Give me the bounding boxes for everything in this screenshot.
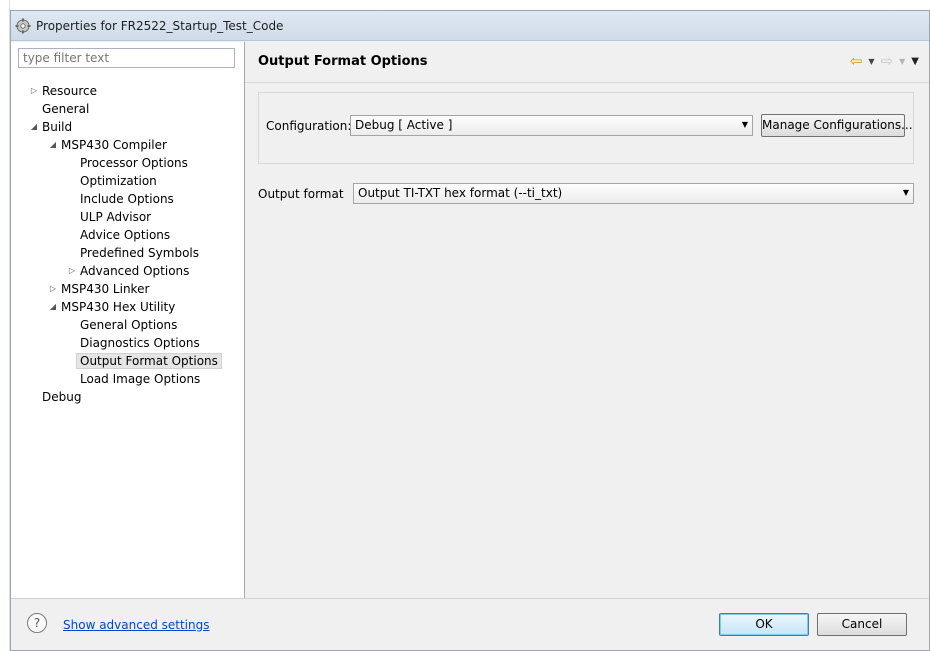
forward-arrow-icon[interactable]: ⇨ (881, 52, 894, 70)
configuration-select[interactable]: Debug [ Active ] ▼ (350, 115, 753, 136)
tree-item-load-image-options[interactable]: Load Image Options (80, 370, 200, 388)
output-format-select[interactable]: Output TI-TXT hex format (--ti_txt) ▼ (353, 183, 914, 204)
tree-item-label: Processor Options (80, 156, 188, 170)
configuration-value: Debug [ Active ] (355, 118, 453, 132)
tree-item-label: ULP Advisor (80, 210, 152, 224)
properties-gear-icon (15, 18, 31, 33)
tree-item-label: Include Options (80, 192, 174, 206)
back-arrow-icon[interactable]: ⇦ (850, 52, 863, 70)
tree-item-label: Resource (42, 84, 98, 98)
page-title: Output Format Options (258, 54, 428, 69)
manage-configurations-button[interactable]: Manage Configurations... (761, 114, 913, 137)
tree-item-label: MSP430 Hex Utility (61, 300, 176, 314)
tree-item-include-options[interactable]: Include Options (80, 190, 174, 208)
tree-item-general[interactable]: General (42, 100, 89, 118)
tree-item-label-selected: Output Format Options (76, 353, 222, 369)
tree-item-label: MSP430 Linker (61, 282, 150, 296)
settings-page: Output Format Options ⇦ ▼ ⇨ ▼ ▼ Configur… (245, 42, 929, 598)
tree-item-label: Diagnostics Options (80, 336, 200, 350)
tree-item-optimization[interactable]: Optimization (80, 172, 157, 190)
tree-item-label: Debug (42, 390, 82, 404)
tree-item-advice-options[interactable]: Advice Options (80, 226, 170, 244)
configuration-label: Configuration: (266, 119, 352, 133)
window-title: Properties for FR2522_Startup_Test_Code (36, 18, 284, 33)
chevron-down-icon: ▼ (902, 188, 909, 197)
ok-button[interactable]: OK (719, 613, 809, 636)
configuration-group: Configuration: Debug [ Active ] ▼ Manage… (258, 92, 914, 164)
tree-item-diagnostics-options[interactable]: Diagnostics Options (80, 334, 200, 352)
expand-icon[interactable]: ▷ (48, 280, 58, 298)
chevron-down-icon: ▼ (741, 120, 748, 129)
help-icon[interactable]: ? (27, 613, 47, 633)
tree-item-label: Advanced Options (80, 264, 190, 278)
filter-input[interactable] (18, 48, 235, 68)
tree-item-label: Optimization (80, 174, 157, 188)
title-separator (245, 82, 929, 83)
forward-history-dropdown-icon[interactable]: ▼ (899, 57, 905, 66)
tree-item-ulp-advisor[interactable]: ULP Advisor (80, 208, 151, 226)
tree-item-label: Build (42, 120, 73, 134)
view-menu-icon[interactable]: ▼ (911, 56, 919, 67)
expand-icon[interactable]: ▷ (29, 82, 39, 100)
expand-icon[interactable]: ▷ (67, 262, 77, 280)
page-navigation: ⇦ ▼ ⇨ ▼ ▼ (850, 52, 919, 70)
button-bar: ? Show advanced settings OK Cancel (11, 598, 929, 650)
collapse-icon[interactable]: ◢ (48, 298, 58, 316)
background-gutter (0, 0, 10, 651)
tree-item-processor-options[interactable]: Processor Options (80, 154, 188, 172)
collapse-icon[interactable]: ◢ (48, 136, 58, 154)
tree-item-label: General (42, 102, 90, 116)
properties-dialog: Properties for FR2522_Startup_Test_Code … (10, 10, 930, 651)
cancel-button[interactable]: Cancel (817, 613, 907, 636)
tree-item-debug[interactable]: Debug (42, 388, 81, 406)
tree-item-predefined-symbols[interactable]: Predefined Symbols (80, 244, 199, 262)
output-format-label: Output format (258, 187, 344, 201)
tree-item-label: MSP430 Compiler (61, 138, 167, 152)
tree-item-label: Advice Options (80, 228, 171, 242)
tree-item-label: Load Image Options (80, 372, 201, 386)
title-bar[interactable]: Properties for FR2522_Startup_Test_Code (11, 11, 929, 41)
category-panel: ▷ Resource General ◢ Build ◢ MSP430 Comp… (11, 42, 245, 598)
collapse-icon[interactable]: ◢ (29, 118, 39, 136)
tree-item-label: General Options (80, 318, 178, 332)
tree-item-general-options[interactable]: General Options (80, 316, 177, 334)
background-editor (0, 0, 930, 10)
tree-item-label: Predefined Symbols (80, 246, 200, 260)
show-advanced-settings-link[interactable]: Show advanced settings (63, 618, 210, 632)
tree-item-output-format-options[interactable]: Output Format Options (76, 352, 222, 370)
back-history-dropdown-icon[interactable]: ▼ (868, 57, 874, 66)
output-format-value: Output TI-TXT hex format (--ti_txt) (358, 186, 563, 200)
